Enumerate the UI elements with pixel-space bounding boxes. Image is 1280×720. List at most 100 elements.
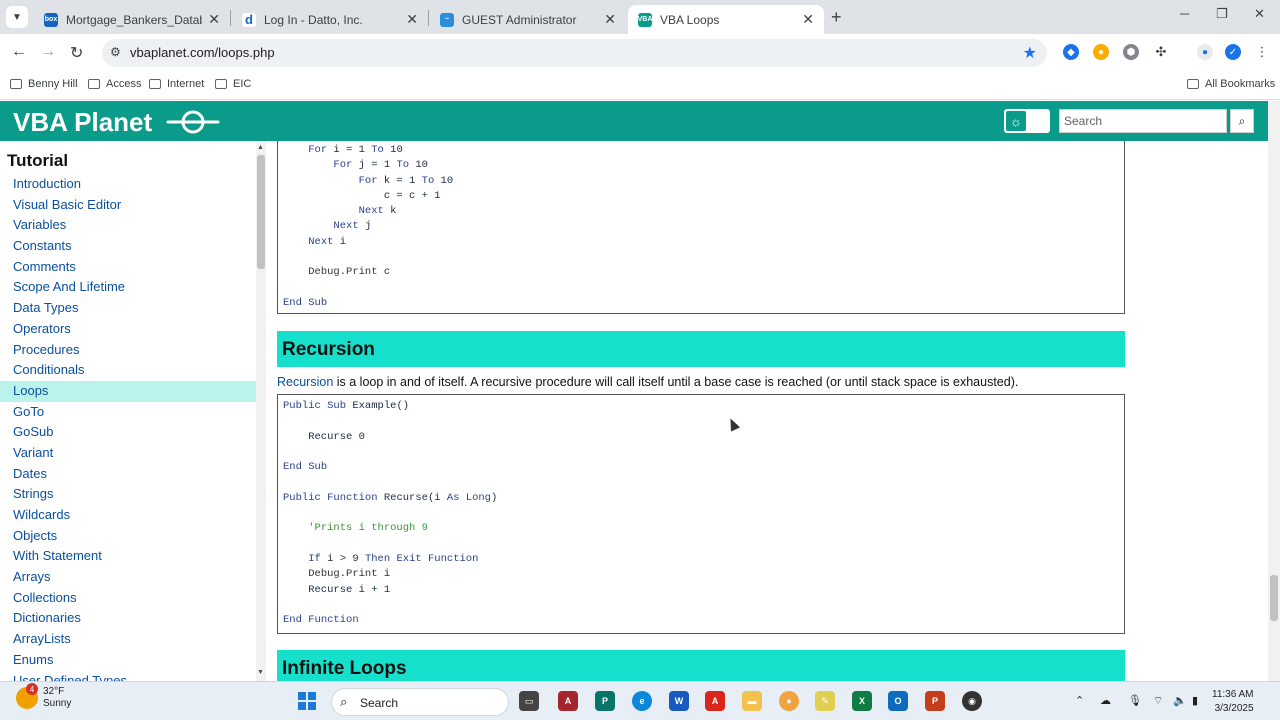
bookmark-eic[interactable]: EIC	[215, 78, 251, 90]
task-view-icon[interactable]: ▭	[519, 691, 539, 711]
sidebar-item-scope-and-lifetime[interactable]: Scope And Lifetime	[0, 277, 256, 298]
bookmark-star-icon[interactable]: ★	[1023, 43, 1037, 63]
sidebar-scrollbar[interactable]: ▲ ▼	[256, 141, 266, 681]
tab-vba-loops[interactable]: VBA VBA Loops ✕	[628, 5, 824, 34]
sidebar-item-dictionaries[interactable]: Dictionaries	[0, 608, 256, 629]
obs-app-icon[interactable]: ◉	[962, 691, 982, 711]
restore-window-icon[interactable]: ❐	[1216, 6, 1228, 22]
new-tab-icon[interactable]: +	[831, 7, 842, 28]
search-icon[interactable]: ⌕	[1230, 109, 1254, 133]
extension-check-icon[interactable]: ✓	[1225, 44, 1241, 60]
sidebar-item-enums[interactable]: Enums	[0, 650, 256, 671]
sidebar-item-loops[interactable]: Loops	[0, 380, 256, 402]
code-line: Next j	[333, 220, 372, 233]
sidebar-item-goto[interactable]: GoTo	[0, 402, 256, 423]
sidebar-item-introduction[interactable]: Introduction	[0, 174, 256, 195]
access-app-icon[interactable]: A	[558, 691, 578, 711]
box-favicon-icon: box	[44, 12, 58, 27]
sidebar-item-collections[interactable]: Collections	[0, 588, 256, 609]
sidebar-item-wildcards[interactable]: Wildcards	[0, 505, 256, 526]
close-tab-icon[interactable]: ✕	[604, 11, 616, 28]
show-hidden-icons-icon[interactable]: ⌃	[1075, 694, 1084, 707]
profile-avatar-icon[interactable]: ●	[1197, 44, 1213, 60]
address-url[interactable]: vbaplanet.com/loops.php	[130, 45, 275, 60]
word-app-icon[interactable]: W	[669, 691, 689, 711]
sidebar-item-constants[interactable]: Constants	[0, 236, 256, 257]
theme-toggle[interactable]: ☼	[1004, 109, 1050, 133]
bookmark-internet[interactable]: Internet	[149, 78, 204, 90]
sidebar-item-objects[interactable]: Objects	[0, 526, 256, 547]
scroll-down-icon[interactable]: ▼	[257, 669, 264, 676]
extensions-puzzle-icon[interactable]: ✣	[1153, 44, 1169, 60]
wifi-icon[interactable]: ⌔	[1153, 694, 1163, 708]
close-tab-icon[interactable]: ✕	[406, 11, 418, 28]
close-tab-icon[interactable]: ✕	[802, 11, 814, 28]
scroll-up-icon[interactable]: ▲	[257, 144, 264, 151]
page-scrollbar[interactable]	[1268, 101, 1280, 681]
forward-icon[interactable]: →	[40, 43, 56, 61]
tab-search-menu-icon[interactable]: ▼	[6, 6, 28, 28]
bookmark-access[interactable]: Access	[88, 78, 141, 90]
close-tab-icon[interactable]: ✕	[208, 11, 220, 28]
taskbar-search[interactable]: ⌕ Search	[331, 688, 509, 716]
sidebar-item-variant[interactable]: Variant	[0, 443, 256, 464]
bookmark-benny-hill[interactable]: Benny Hill	[10, 78, 78, 90]
publisher-app-icon[interactable]: P	[595, 691, 615, 711]
sidebar-item-gosub[interactable]: GoSub	[0, 422, 256, 443]
sidebar-item-arraylists[interactable]: ArrayLists	[0, 629, 256, 650]
code-line: Next k	[358, 205, 397, 218]
onedrive-cloud-icon[interactable]: ☁	[1100, 694, 1111, 707]
sidebar-item-data-types[interactable]: Data Types	[0, 298, 256, 319]
all-bookmarks[interactable]: All Bookmarks	[1187, 78, 1275, 90]
sidebar-item-procedures[interactable]: Procedures	[0, 340, 256, 361]
file-explorer-icon[interactable]: ▬	[742, 691, 762, 711]
extension-shield-icon[interactable]: ◆	[1063, 44, 1079, 60]
tab-mortgage-bankers[interactable]: box Mortgage_Bankers_Database.d ✕	[34, 5, 230, 34]
sidebar-item-arrays[interactable]: Arrays	[0, 567, 256, 588]
folder-icon	[149, 79, 161, 89]
back-icon[interactable]: ←	[11, 43, 27, 61]
tab-guest-administrator[interactable]: ~ GUEST Administrator ✕	[430, 5, 626, 34]
weather-widget[interactable]: 4 32°F Sunny	[16, 683, 71, 710]
tab-datto-login[interactable]: d Log In - Datto, Inc. ✕	[232, 5, 428, 34]
edge-browser-icon[interactable]: e	[632, 691, 652, 711]
windows-start-icon[interactable]	[298, 692, 316, 710]
excel-app-icon[interactable]: X	[852, 691, 872, 711]
acrobat-app-icon[interactable]: A	[705, 691, 725, 711]
browser-toolbar: ← → ↻ ⚙ vbaplanet.com/loops.php ★	[0, 34, 1280, 72]
site-info-icon[interactable]: ⚙	[110, 45, 121, 59]
chrome-browser-icon[interactable]: ●	[779, 691, 799, 711]
reload-icon[interactable]: ↻	[70, 43, 83, 63]
extension-gear-icon[interactable]: ⬢	[1123, 44, 1139, 60]
close-window-icon[interactable]: ✕	[1254, 6, 1265, 22]
outlook-app-icon[interactable]: O	[888, 691, 908, 711]
paint-app-icon[interactable]: ✎	[815, 691, 835, 711]
sidebar-item-visual-basic-editor[interactable]: Visual Basic Editor	[0, 195, 256, 216]
recursion-link[interactable]: Recursion	[277, 375, 333, 389]
page-scroll-thumb[interactable]	[1270, 575, 1278, 621]
sidebar-item-with-statement[interactable]: With Statement	[0, 546, 256, 567]
sidebar-item-conditionals[interactable]: Conditionals	[0, 360, 256, 381]
sidebar-item-strings[interactable]: Strings	[0, 484, 256, 505]
sidebar-item-operators[interactable]: Operators	[0, 319, 256, 340]
address-bar[interactable]: ⚙ vbaplanet.com/loops.php ★	[102, 39, 1047, 67]
sidebar-item-variables[interactable]: Variables	[0, 215, 256, 236]
minimize-window-icon[interactable]: ─	[1180, 6, 1189, 21]
browser-menu-icon[interactable]: ⋮	[1254, 44, 1270, 60]
datto-favicon-icon: d	[242, 12, 256, 27]
site-logo[interactable]: VBA Planet	[13, 107, 152, 138]
extension-headphones-icon[interactable]: ●	[1093, 44, 1109, 60]
sidebar-title: Tutorial	[7, 151, 69, 170]
battery-icon[interactable]: ▮	[1192, 694, 1198, 707]
microphone-icon[interactable]: 🎙	[1128, 694, 1142, 707]
tab-separator	[230, 10, 231, 26]
system-clock[interactable]: 11:36 AM 3/3/2025	[1212, 688, 1254, 716]
weather-temperature: 32°F	[43, 686, 65, 697]
powerpoint-app-icon[interactable]: P	[925, 691, 945, 711]
sidebar-item-dates[interactable]: Dates	[0, 464, 256, 485]
sidebar-scroll-thumb[interactable]	[257, 155, 265, 269]
sidebar-item-user-defined-types[interactable]: User Defined Types	[0, 671, 256, 682]
sidebar-item-comments[interactable]: Comments	[0, 257, 256, 278]
volume-icon[interactable]: 🔈	[1173, 694, 1187, 707]
site-search-input[interactable]	[1059, 109, 1227, 133]
